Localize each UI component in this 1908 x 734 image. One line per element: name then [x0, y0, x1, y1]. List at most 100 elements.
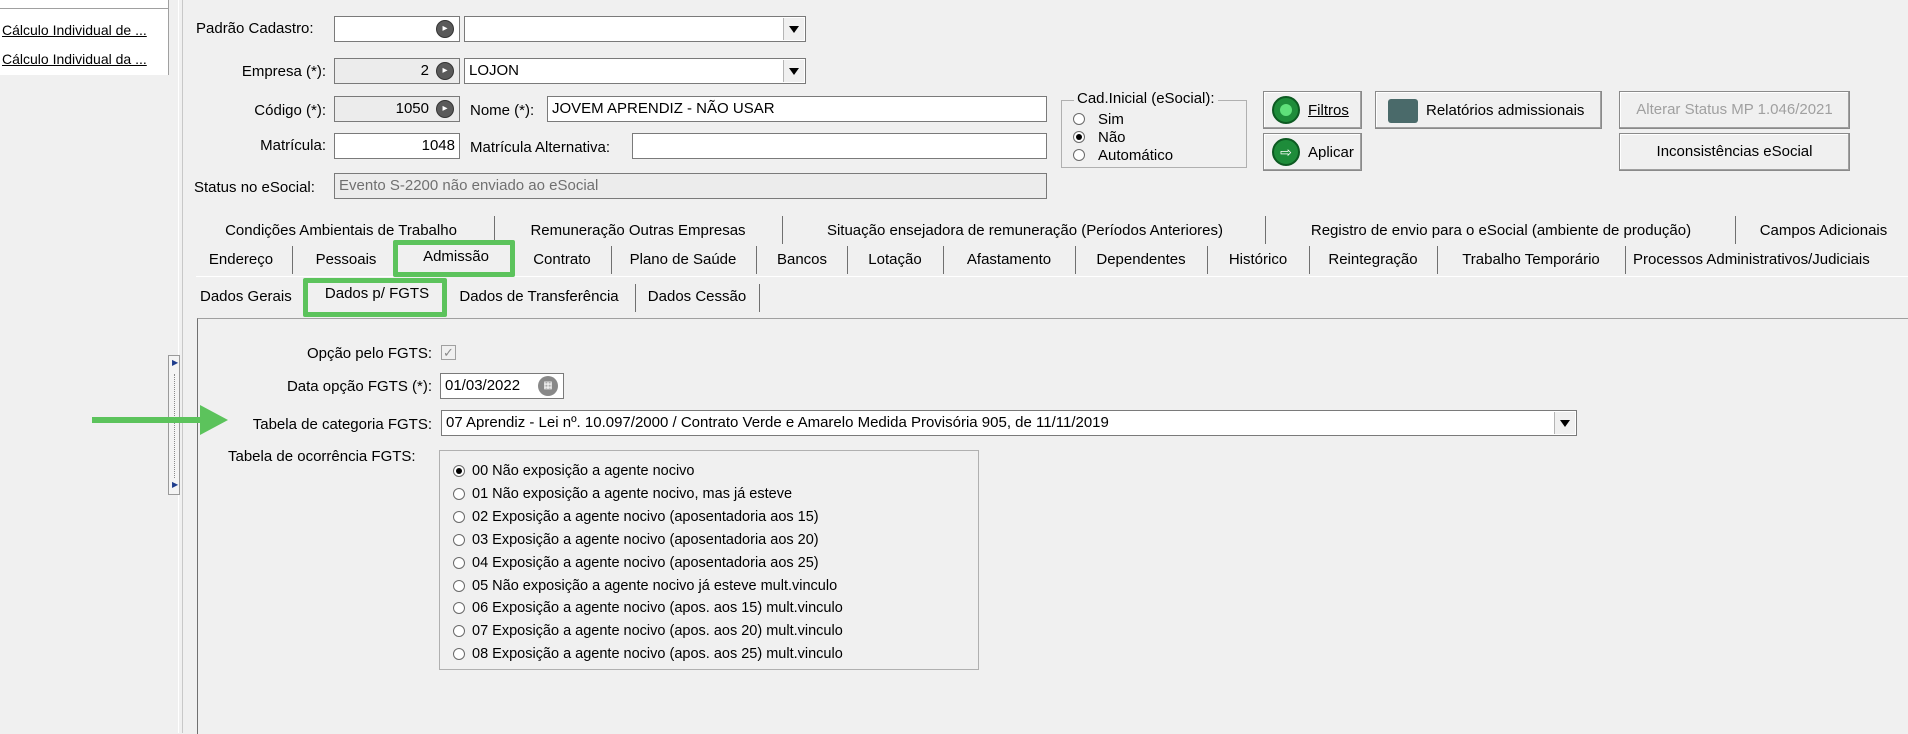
tab-separator [1075, 246, 1076, 274]
nome-input[interactable]: JOVEM APRENDIZ - NÃO USAR [547, 96, 1047, 122]
subtab-dados-gerais[interactable]: Dados Gerais [200, 288, 302, 305]
tab-plano-de-saude[interactable]: Plano de Saúde [618, 251, 748, 268]
annotation-arrow-icon [200, 405, 228, 435]
calendar-icon[interactable]: ▦ [538, 376, 558, 396]
aplicar-button-label: Aplicar [1308, 144, 1354, 161]
nome-label: Nome (*): [470, 102, 535, 119]
tab-dependentes[interactable]: Dependentes [1083, 251, 1199, 268]
tab-separator [756, 246, 757, 274]
tab-separator [782, 216, 783, 244]
lookup-icon[interactable]: ▸ [436, 62, 454, 80]
tabela-categoria-fgts-select[interactable]: 07 Aprendiz - Lei nº. 10.097/2000 / Cont… [441, 410, 1577, 436]
chevron-down-icon[interactable] [783, 60, 804, 82]
ocorrencia-radio-05[interactable] [453, 580, 465, 592]
tab-historico[interactable]: Histórico [1215, 251, 1301, 268]
expand-right-icon: ▶ [172, 480, 179, 489]
tab-separator [1735, 216, 1736, 244]
tab-situacao-ensejadora[interactable]: Situação ensejadora de remuneração (Perí… [790, 222, 1260, 239]
ocorrencia-radio-00[interactable] [453, 465, 465, 477]
empresa-select[interactable]: LOJON [464, 58, 806, 84]
tab-remuneracao-outras-empresas[interactable]: Remuneração Outras Empresas [502, 222, 774, 239]
tab-processos-administrativos[interactable]: Processos Administrativos/Judiciais [1633, 251, 1908, 268]
cad-inicial-option-nao: Não [1098, 129, 1126, 146]
status-esocial-field: Evento S-2200 não enviado ao eSocial [334, 173, 1047, 199]
matricula-alternativa-input[interactable] [632, 133, 1047, 159]
divider [0, 8, 168, 9]
tab-separator [611, 246, 612, 274]
left-navigation-panel: Cálculo Individual de ... Cálculo Indivi… [0, 0, 169, 75]
ocorrencia-radio-07[interactable] [453, 625, 465, 637]
annotation-arrow-shaft [92, 417, 202, 423]
printer-icon [1388, 99, 1418, 123]
ocorrencia-radio-08[interactable] [453, 648, 465, 660]
ocorrencia-radio-06[interactable] [453, 602, 465, 614]
empresa-select-value: LOJON [469, 62, 520, 79]
padrao-cadastro-label: Padrão Cadastro: [196, 20, 314, 37]
grip-dots [174, 374, 176, 478]
ocorrencia-radio-03[interactable] [453, 534, 465, 546]
ocorrencia-option-02: 02 Exposição a agente nocivo (aposentado… [472, 509, 819, 525]
tab-pessoais[interactable]: Pessoais [300, 251, 392, 268]
cad-inicial-radio-automatico[interactable] [1073, 149, 1085, 161]
tab-separator [759, 284, 760, 312]
ocorrencia-radio-01[interactable] [453, 488, 465, 500]
apply-icon: ⇨ [1272, 138, 1300, 166]
ocorrencia-option-01: 01 Não exposição a agente nocivo, mas já… [472, 486, 793, 502]
lookup-icon[interactable]: ▸ [436, 20, 454, 38]
chevron-down-icon[interactable] [783, 18, 804, 40]
data-opcao-fgts-label: Data opção FGTS (*): [286, 378, 432, 395]
ocorrencia-option-07: 07 Exposição a agente nocivo (apos. aos … [472, 623, 843, 639]
ocorrencia-option-03: 03 Exposição a agente nocivo (aposentado… [472, 532, 819, 548]
alterar-status-button[interactable]: Alterar Status MP 1.046/2021 [1619, 91, 1850, 129]
inconsistencias-esocial-button[interactable]: Inconsistências eSocial [1619, 133, 1850, 171]
expand-right-icon: ▶ [172, 358, 179, 367]
left-link-calculo-individual-1[interactable]: Cálculo Individual de ... [2, 22, 147, 38]
tab-registro-envio-esocial[interactable]: Registro de envio para o eSocial (ambien… [1273, 222, 1729, 239]
tab-separator [847, 246, 848, 274]
cad-inicial-radio-nao[interactable] [1073, 131, 1085, 143]
ocorrencia-option-06: 06 Exposição a agente nocivo (apos. aos … [472, 600, 843, 616]
relatorios-admissionais-button[interactable]: Relatórios admissionais [1375, 91, 1602, 129]
tab-separator [1207, 246, 1208, 274]
empresa-label: Empresa (*): [241, 63, 326, 80]
tab-separator [635, 284, 636, 312]
cad-inicial-option-sim: Sim [1098, 111, 1124, 128]
tab-reintegracao[interactable]: Reintegração [1317, 251, 1429, 268]
left-link-calculo-individual-2[interactable]: Cálculo Individual da ... [2, 51, 147, 67]
subtab-dados-transferencia[interactable]: Dados de Transferência [447, 288, 631, 305]
tab-lotacao[interactable]: Lotação [855, 251, 935, 268]
tab-contrato[interactable]: Contrato [519, 251, 605, 268]
filtros-button-label: Filtros [1308, 102, 1349, 119]
tab-afastamento[interactable]: Afastamento [951, 251, 1067, 268]
tab-bancos[interactable]: Bancos [764, 251, 840, 268]
matricula-alternativa-label: Matrícula Alternativa: [470, 139, 611, 156]
tab-separator [1437, 246, 1438, 274]
chevron-down-icon[interactable] [1554, 412, 1575, 434]
tab-separator [1265, 216, 1266, 244]
panel-collapse-handle[interactable]: ▶ ▶ [168, 355, 180, 495]
cad-inicial-radio-sim[interactable] [1073, 113, 1085, 125]
padrao-cadastro-select[interactable] [464, 16, 806, 42]
opcao-fgts-checkbox[interactable]: ✓ [441, 345, 456, 360]
ocorrencia-option-00: 00 Não exposição a agente nocivo [472, 463, 695, 479]
lookup-icon[interactable]: ▸ [436, 100, 454, 118]
subtab-dados-cessao[interactable]: Dados Cessão [641, 288, 753, 305]
filtros-button[interactable]: Filtros [1263, 91, 1362, 129]
ocorrencia-option-04: 04 Exposição a agente nocivo (aposentado… [472, 555, 819, 571]
tab-campos-adicionais[interactable]: Campos Adicionais [1741, 222, 1906, 239]
tabela-categoria-fgts-value: 07 Aprendiz - Lei nº. 10.097/2000 / Cont… [446, 414, 1109, 431]
highlight-admissao-tab [393, 240, 515, 277]
status-esocial-label: Status no eSocial: [194, 179, 315, 196]
tab-trabalho-temporario[interactable]: Trabalho Temporário [1445, 251, 1617, 268]
tab-condicoes-ambientais[interactable]: Condições Ambientais de Trabalho [196, 222, 486, 239]
tab-endereco[interactable]: Endereço [198, 251, 284, 268]
splitter-line [182, 0, 183, 733]
opcao-fgts-label: Opção pelo FGTS: [306, 345, 432, 362]
ocorrencia-radio-04[interactable] [453, 557, 465, 569]
ocorrencia-option-05: 05 Não exposição a agente nocivo já este… [472, 578, 838, 594]
tab-separator [1309, 246, 1310, 274]
matricula-input[interactable]: 1048 [334, 133, 460, 159]
relatorios-button-label: Relatórios admissionais [1426, 102, 1585, 119]
ocorrencia-radio-02[interactable] [453, 511, 465, 523]
aplicar-button[interactable]: ⇨ Aplicar [1263, 133, 1362, 171]
